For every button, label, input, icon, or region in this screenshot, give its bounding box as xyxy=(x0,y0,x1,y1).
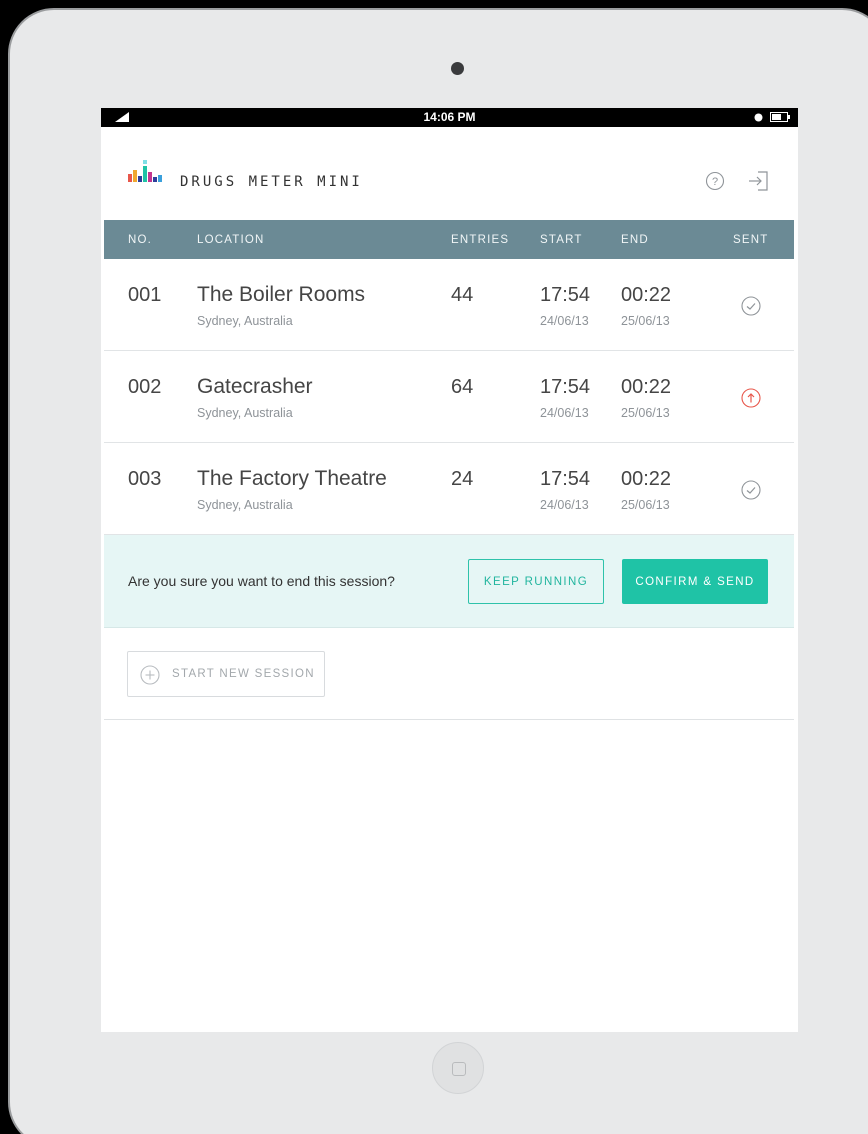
table-header: NO. LOCATION ENTRIES START END SENT xyxy=(104,220,794,259)
session-location: The Boiler Rooms xyxy=(197,283,366,306)
table-row[interactable]: 002 Gatecrasher Sydney, Australia 64 17:… xyxy=(104,351,794,443)
check-circle-icon[interactable] xyxy=(741,480,761,500)
check-circle-icon[interactable] xyxy=(741,296,761,316)
table-row[interactable]: 003 The Factory Theatre Sydney, Australi… xyxy=(104,443,794,535)
session-end-time: 00:22 xyxy=(621,284,672,306)
plus-circle-icon xyxy=(140,665,160,685)
session-location: The Factory Theatre xyxy=(197,467,387,490)
column-header-entries[interactable]: ENTRIES xyxy=(451,234,509,246)
upload-circle-icon[interactable] xyxy=(741,388,761,408)
status-bar: 14:06 PM xyxy=(101,108,798,127)
home-button[interactable] xyxy=(432,1042,484,1094)
column-header-no[interactable]: NO. xyxy=(128,234,152,246)
column-header-sent[interactable]: SENT xyxy=(733,234,768,246)
session-end-time: 00:22 xyxy=(621,468,672,490)
session-entries: 44 xyxy=(451,284,474,306)
home-square-icon xyxy=(452,1062,466,1076)
app-title: DRUGS METER MINI xyxy=(180,174,363,190)
session-city: Sydney, Australia xyxy=(197,314,293,328)
camera-lens xyxy=(451,62,464,75)
session-end-date: 25/06/13 xyxy=(621,314,670,328)
session-city: Sydney, Australia xyxy=(197,498,293,512)
session-start-date: 24/06/13 xyxy=(540,498,589,512)
app-logo-icon xyxy=(128,160,162,182)
end-session-confirm-bar: Are you sure you want to end this sessio… xyxy=(104,535,794,628)
help-icon[interactable]: ? xyxy=(705,171,725,191)
column-header-location[interactable]: LOCATION xyxy=(197,234,265,246)
keep-running-button[interactable]: KEEP RUNNING xyxy=(468,559,604,604)
session-end-date: 25/06/13 xyxy=(621,498,670,512)
session-number: 002 xyxy=(128,376,162,398)
session-entries: 24 xyxy=(451,468,474,490)
session-start-time: 17:54 xyxy=(540,284,591,306)
session-start-time: 17:54 xyxy=(540,376,591,398)
session-end-time: 00:22 xyxy=(621,376,672,398)
start-new-session-label: START NEW SESSION xyxy=(172,668,315,680)
location-icon xyxy=(754,113,763,121)
session-start-time: 17:54 xyxy=(540,468,591,490)
column-header-start[interactable]: START xyxy=(540,234,583,246)
session-number: 001 xyxy=(128,284,162,306)
session-location: Gatecrasher xyxy=(197,375,313,398)
svg-text:?: ? xyxy=(712,176,718,188)
session-start-date: 24/06/13 xyxy=(540,314,589,328)
table-row[interactable]: 001 The Boiler Rooms Sydney, Australia 4… xyxy=(104,259,794,351)
confirm-send-button[interactable]: CONFIRM & SEND xyxy=(622,559,768,604)
session-entries: 64 xyxy=(451,376,474,398)
status-indicators xyxy=(754,112,790,122)
logout-icon[interactable] xyxy=(747,170,769,192)
session-city: Sydney, Australia xyxy=(197,406,293,420)
session-number: 003 xyxy=(128,468,162,490)
confirm-message: Are you sure you want to end this sessio… xyxy=(128,573,395,589)
section-divider xyxy=(104,719,794,720)
column-header-end[interactable]: END xyxy=(621,234,649,246)
session-start-date: 24/06/13 xyxy=(540,406,589,420)
app-screen: 14:06 PM DRUGS METER MINI ? NO. LOCATION… xyxy=(101,108,798,1032)
status-time: 14:06 PM xyxy=(423,110,476,124)
battery-icon xyxy=(770,112,790,122)
app-header: DRUGS METER MINI ? xyxy=(101,127,798,220)
start-new-session-button[interactable]: START NEW SESSION xyxy=(127,651,325,697)
session-end-date: 25/06/13 xyxy=(621,406,670,420)
